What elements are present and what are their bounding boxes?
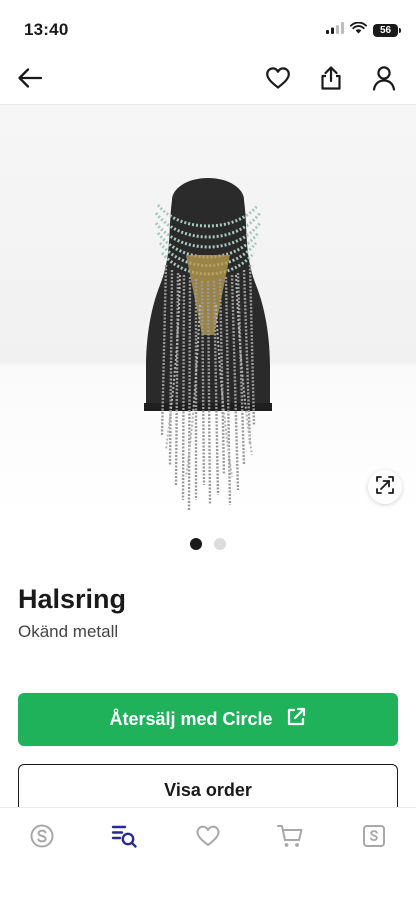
- pagination-dot-1[interactable]: [190, 538, 202, 550]
- resell-with-circle-button[interactable]: Återsälj med Circle: [18, 693, 398, 746]
- product-photo-necklace: [144, 178, 272, 511]
- orders-search-icon: [110, 823, 138, 854]
- profile-icon: [372, 65, 396, 96]
- resell-button-label: Återsälj med Circle: [109, 709, 273, 729]
- product-image-gallery[interactable]: [0, 105, 416, 520]
- favorites-heart-icon: [195, 824, 221, 853]
- top-navigation: [0, 56, 416, 104]
- cart-icon: [276, 823, 304, 854]
- wifi-icon: [350, 21, 367, 39]
- tab-home[interactable]: [22, 818, 62, 858]
- ar-scan-icon: [375, 475, 395, 500]
- favorite-button[interactable]: [260, 62, 296, 98]
- status-icons: 56: [326, 21, 401, 39]
- tab-orders[interactable]: [104, 818, 144, 858]
- tab-cart[interactable]: [270, 818, 310, 858]
- view-in-room-button[interactable]: [368, 470, 402, 504]
- share-button[interactable]: [313, 62, 349, 98]
- tab-sales[interactable]: [354, 818, 394, 858]
- back-button[interactable]: [12, 62, 48, 98]
- status-time: 13:40: [24, 20, 69, 39]
- battery-indicator: 56: [373, 23, 401, 37]
- product-title: Halsring: [18, 584, 127, 614]
- back-arrow-icon: [17, 67, 43, 94]
- share-icon: [319, 65, 343, 96]
- bottom-tab-bar: [0, 807, 416, 900]
- view-order-label: Visa order: [164, 780, 252, 800]
- status-bar: 13:40 56: [0, 0, 416, 54]
- image-pagination: [0, 538, 416, 550]
- product-subtitle: Okänd metall: [18, 622, 119, 641]
- pagination-dot-2[interactable]: [214, 538, 226, 550]
- external-link-icon: [285, 706, 307, 733]
- profile-button[interactable]: [366, 62, 402, 98]
- signal-icon: [326, 21, 344, 39]
- sales-icon: [361, 823, 387, 854]
- heart-icon: [265, 66, 291, 95]
- sellpy-logo-icon: [29, 823, 55, 854]
- tab-favorites[interactable]: [188, 818, 228, 858]
